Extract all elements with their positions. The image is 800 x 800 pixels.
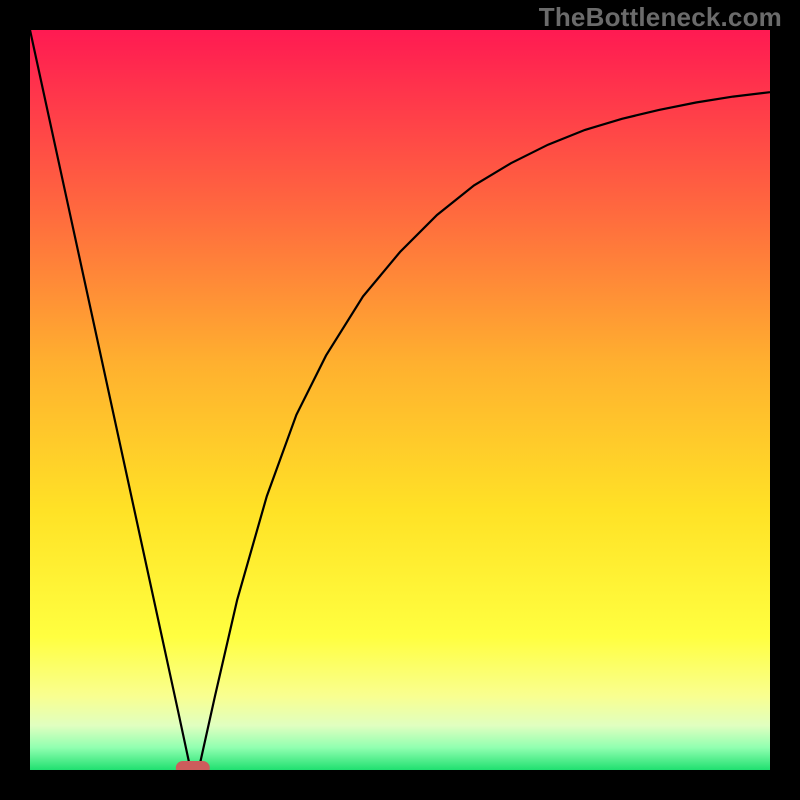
chart-svg [0,0,800,800]
chart-container: TheBottleneck.com [0,0,800,800]
watermark-text: TheBottleneck.com [539,2,782,33]
plot-background [30,30,770,770]
